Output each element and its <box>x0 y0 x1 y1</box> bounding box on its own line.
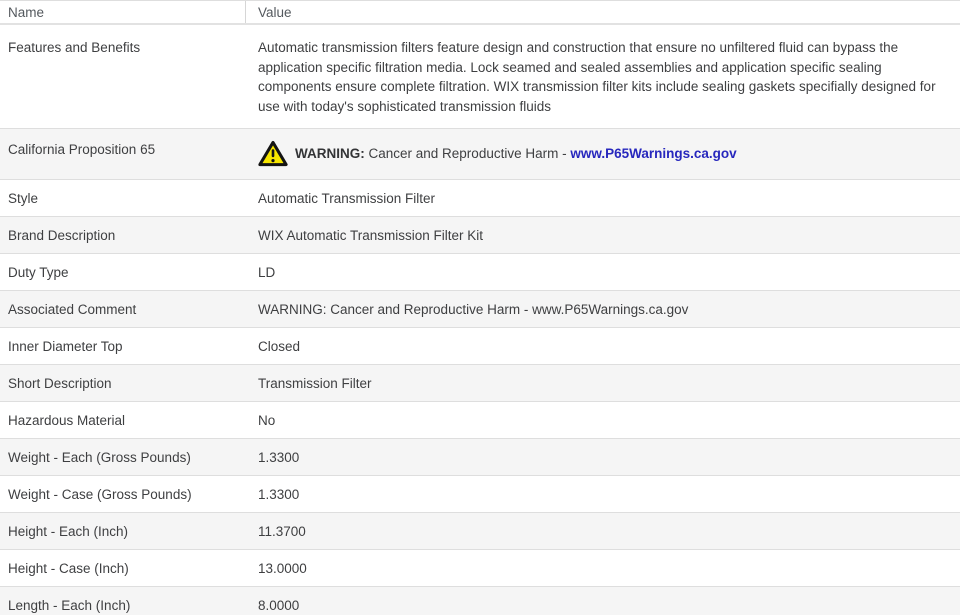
attribute-name: Height - Case (Inch) <box>8 561 129 576</box>
attribute-value: Automatic Transmission Filter <box>258 191 436 206</box>
table-row: Length - Each (Inch) 8.0000 <box>0 587 960 615</box>
attribute-value: Transmission Filter <box>258 376 372 391</box>
attribute-value: Automatic transmission filters feature d… <box>258 40 936 114</box>
attribute-name: Hazardous Material <box>8 413 126 428</box>
column-header-name: Name <box>8 4 45 20</box>
table-row: Height - Case (Inch) 13.0000 <box>0 550 960 587</box>
column-header-value: Value <box>258 4 292 20</box>
attribute-name: Associated Comment <box>8 302 137 317</box>
attribute-value: 8.0000 <box>258 598 300 613</box>
table-row: Inner Diameter Top Closed <box>0 328 960 365</box>
attribute-name: Short Description <box>8 376 112 391</box>
table-row: Height - Each (Inch) 11.3700 <box>0 513 960 550</box>
table-row: Short Description Transmission Filter <box>0 365 960 402</box>
attribute-value: 11.3700 <box>258 524 306 539</box>
table-header-row: Name Value <box>0 1 960 25</box>
table-body: Features and Benefits Automatic transmis… <box>0 25 960 615</box>
attribute-name: Weight - Case (Gross Pounds) <box>8 487 192 502</box>
table-row: Duty Type LD <box>0 254 960 291</box>
attribute-name: Length - Each (Inch) <box>8 598 131 613</box>
attribute-name: Brand Description <box>8 228 116 243</box>
attribute-value: WARNING: Cancer and Reproductive Harm - … <box>258 302 689 317</box>
attribute-value: Closed <box>258 339 301 354</box>
table-row: Weight - Each (Gross Pounds) 1.3300 <box>0 439 960 476</box>
attribute-name: Style <box>8 191 39 206</box>
attribute-name: California Proposition 65 <box>8 142 156 157</box>
attribute-value: 1.3300 <box>258 487 300 502</box>
attribute-value: LD <box>258 265 276 280</box>
table-row: Weight - Case (Gross Pounds) 1.3300 <box>0 476 960 513</box>
attribute-name: Height - Each (Inch) <box>8 524 129 539</box>
attribute-value: 13.0000 <box>258 561 307 576</box>
warning-text: Cancer and Reproductive Harm - <box>364 146 571 161</box>
warning-triangle-icon <box>258 140 288 167</box>
p65-warnings-link[interactable]: www.P65Warnings.ca.gov <box>570 146 736 161</box>
attribute-value: No <box>258 413 276 428</box>
table-row: Brand Description WIX Automatic Transmis… <box>0 217 960 254</box>
attribute-value: WIX Automatic Transmission Filter Kit <box>258 228 484 243</box>
attributes-table: Name Value Features and Benefits Automat… <box>0 0 960 615</box>
warning-label: WARNING: <box>295 146 365 161</box>
table-row: Associated Comment WARNING: Cancer and R… <box>0 291 960 328</box>
table-row: Style Automatic Transmission Filter <box>0 180 960 217</box>
attribute-name: Duty Type <box>8 265 69 280</box>
table-row-california-prop-65: California Proposition 65 WARNING: Cance… <box>0 129 960 180</box>
table-row: Hazardous Material No <box>0 402 960 439</box>
attribute-name: Inner Diameter Top <box>8 339 123 354</box>
attribute-value: 1.3300 <box>258 450 300 465</box>
attribute-value: WARNING: Cancer and Reproductive Harm - … <box>250 129 960 179</box>
table-row: Features and Benefits Automatic transmis… <box>0 25 960 129</box>
attribute-name: Features and Benefits <box>8 40 141 55</box>
attribute-name: Weight - Each (Gross Pounds) <box>8 450 191 465</box>
